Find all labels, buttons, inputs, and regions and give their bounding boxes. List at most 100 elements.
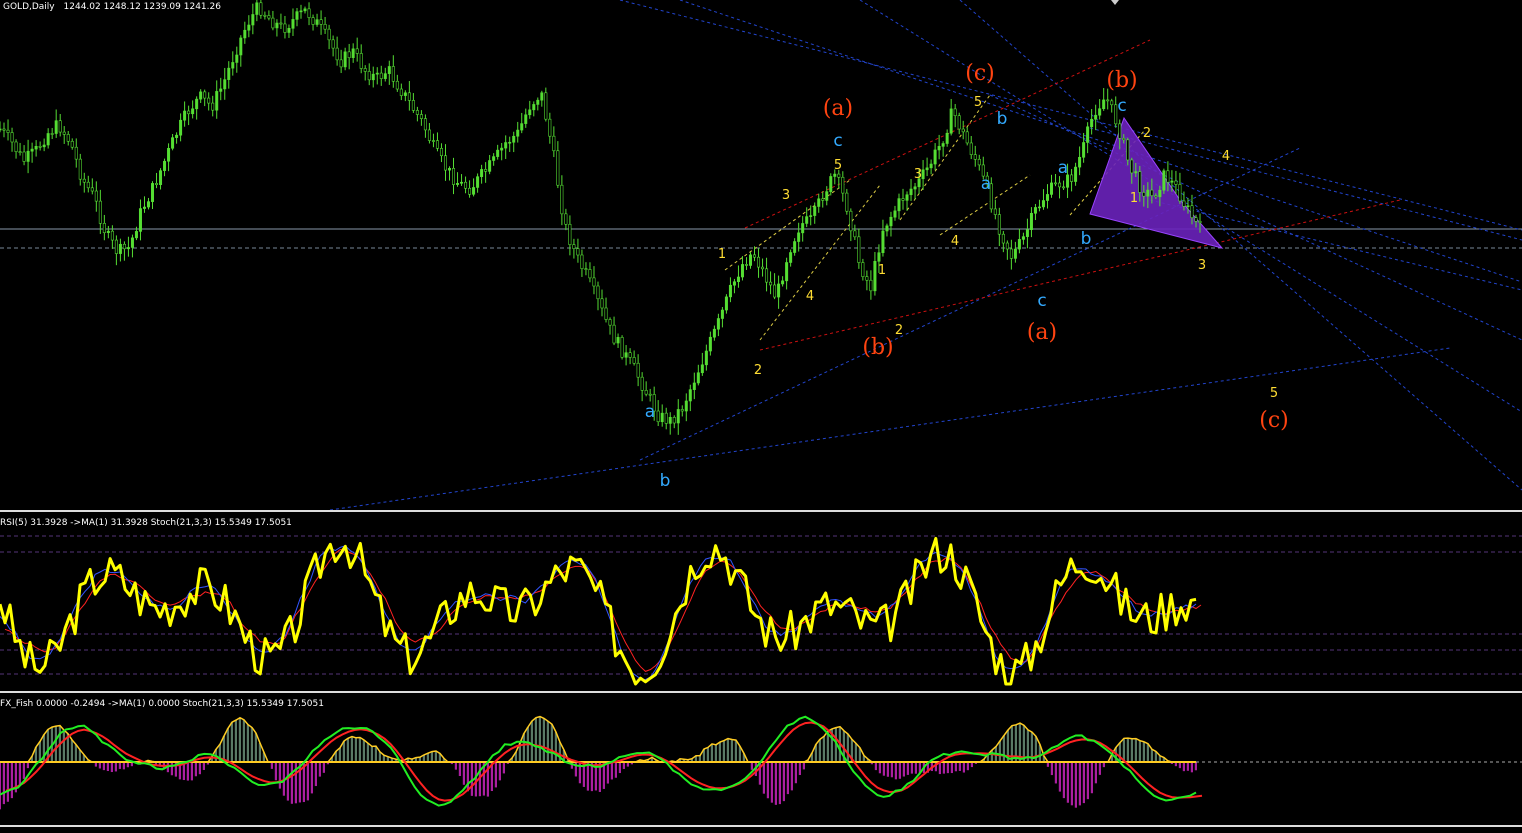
candle-body xyxy=(1179,184,1181,201)
candle-body xyxy=(380,73,382,79)
fish-bar-negative xyxy=(799,762,801,775)
candle-body xyxy=(537,100,539,104)
candle-body xyxy=(773,285,775,297)
fish-bar-negative xyxy=(307,762,309,800)
candle-body xyxy=(63,132,65,134)
fish-bar-negative xyxy=(455,762,457,770)
fish-bar-positive xyxy=(539,717,541,762)
candle-body xyxy=(1054,183,1056,184)
candle-body xyxy=(47,133,49,145)
fish-bar-positive xyxy=(71,740,73,762)
fish-bar-negative xyxy=(803,762,805,769)
candle-body xyxy=(272,18,274,28)
candle-body xyxy=(573,245,575,249)
candle-body xyxy=(71,141,73,147)
candle-body xyxy=(1078,157,1080,167)
gold-daily-chart[interactable]: (a) c 5 3 1 4 2 a b (b) 2 1 3 4 5 (c) b … xyxy=(0,0,1522,829)
candle-body xyxy=(1131,160,1133,173)
fish-bar-negative xyxy=(23,762,25,779)
candle-body xyxy=(810,216,812,217)
candle-body xyxy=(966,132,968,143)
candle-body xyxy=(1191,206,1193,218)
candle-body xyxy=(480,169,482,176)
fish-bar-negative xyxy=(955,762,957,771)
wave-label-minor: 2 xyxy=(895,323,903,338)
candle-body xyxy=(1014,249,1016,258)
candle-body xyxy=(814,206,816,215)
fish-bar-negative xyxy=(1079,762,1081,805)
candle-body xyxy=(1050,183,1052,195)
fish-bar-positive xyxy=(251,728,253,762)
candle-body xyxy=(565,214,567,224)
candle-body xyxy=(749,255,751,266)
candle-body xyxy=(7,130,9,132)
candle-body xyxy=(284,24,286,33)
candle-body xyxy=(854,231,856,237)
fish-bar-positive xyxy=(1131,739,1133,762)
candle-body xyxy=(533,104,535,109)
candle-body xyxy=(789,253,791,263)
fish-bar-negative xyxy=(883,762,885,776)
candle-body xyxy=(292,19,294,28)
candle-body xyxy=(1098,109,1100,115)
fish-bar-negative xyxy=(1063,762,1065,798)
candle-body xyxy=(617,337,619,343)
candle-body xyxy=(3,129,5,130)
candle-body xyxy=(958,116,960,129)
candle-body xyxy=(898,199,900,211)
candle-body xyxy=(11,133,13,142)
fish-bar-negative xyxy=(1067,762,1069,803)
candle-body xyxy=(296,12,298,20)
candle-body xyxy=(1167,171,1169,182)
candle-body xyxy=(657,411,659,422)
candle-body xyxy=(553,136,555,151)
fish-bar-negative xyxy=(959,762,961,771)
fish-bar-negative xyxy=(0,762,1,809)
candle-body xyxy=(826,192,828,201)
candle-body xyxy=(713,329,715,337)
fish-bar-negative xyxy=(495,762,497,787)
candle-body xyxy=(725,297,727,310)
candle-body xyxy=(601,299,603,308)
fish-bar-negative xyxy=(887,762,889,777)
fish-bar-positive xyxy=(531,721,533,762)
candle-body xyxy=(741,264,743,277)
fish-bar-negative xyxy=(911,762,913,774)
candle-body xyxy=(264,15,266,16)
wave-label-minor: 3 xyxy=(1198,258,1206,273)
candle-body xyxy=(1002,234,1004,243)
candle-body xyxy=(1106,100,1108,101)
candle-body xyxy=(99,201,101,223)
candle-body xyxy=(777,284,779,297)
candle-body xyxy=(922,170,924,179)
fish-bar-negative xyxy=(1091,762,1093,793)
candle-body xyxy=(35,146,37,149)
candle-body xyxy=(950,109,952,133)
candle-body xyxy=(1175,181,1177,184)
candle-body xyxy=(1018,239,1020,249)
fish-bar-negative xyxy=(791,762,793,790)
wave-label-minor: 1 xyxy=(718,247,726,262)
candle-body xyxy=(484,169,486,171)
wave-label-minor: 5 xyxy=(974,95,982,110)
fish-bar-positive xyxy=(55,726,57,762)
fish-bar-negative xyxy=(111,762,113,772)
candle-body xyxy=(1010,249,1012,258)
candle-body xyxy=(384,74,386,79)
candle-body xyxy=(0,129,1,130)
fish-bar-negative xyxy=(615,762,617,778)
candle-body xyxy=(392,66,394,81)
candle-body xyxy=(316,20,318,25)
candle-body xyxy=(328,29,330,40)
candle-body xyxy=(605,308,607,320)
candle-body xyxy=(308,9,310,18)
candle-body xyxy=(216,91,218,110)
candle-body xyxy=(39,146,41,147)
candle-body xyxy=(609,320,611,326)
candle-body xyxy=(978,159,980,165)
fish-bar-positive xyxy=(255,733,257,762)
candle-body xyxy=(930,164,932,168)
candle-body xyxy=(1042,201,1044,207)
fish-bar-positive xyxy=(543,718,545,762)
candle-body xyxy=(500,148,502,150)
